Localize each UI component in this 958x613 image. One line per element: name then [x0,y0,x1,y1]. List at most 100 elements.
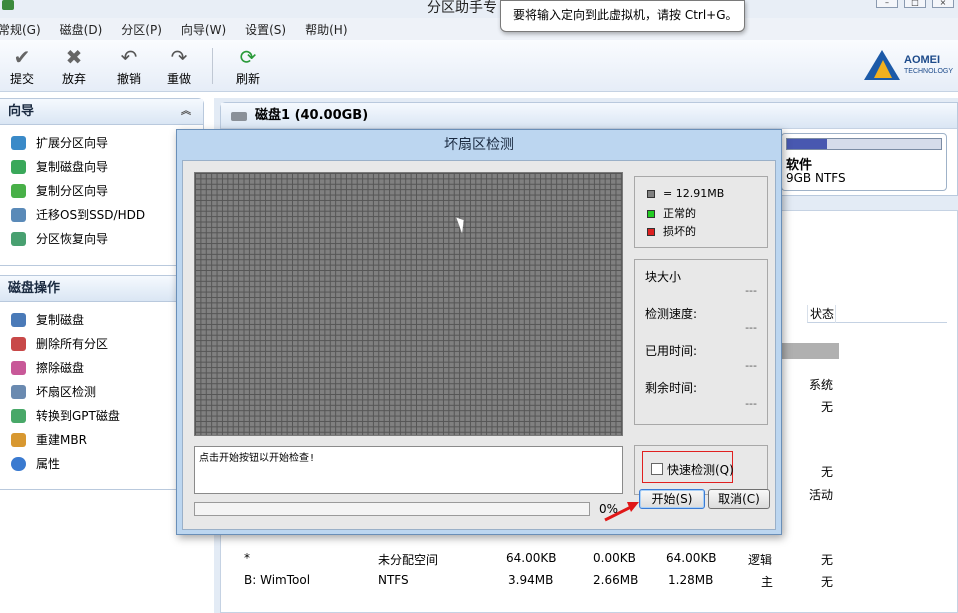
scan-icon [11,385,26,399]
quick-check-label[interactable]: 快速检测(Q) [667,461,734,478]
discard-label: 放弃 [61,72,86,86]
legend-block: = 12.91MB [647,187,724,200]
wizard-copy-disk[interactable]: 复制磁盘向导 [0,155,203,179]
convert-icon [11,409,26,423]
status-column-header[interactable]: 状态 [807,305,947,323]
toolbar: ✔ 提交 ✖ 放弃 ↶ 撤销 ↷ 重做 ⟳ 刷新 AOMEI TECHNOLOG… [0,40,958,92]
menu-settings[interactable]: 设置(S) [245,21,286,38]
wipe-icon [11,361,26,375]
op-bad-sector-check[interactable]: 坏扇区检测 [0,380,203,404]
app-icon [2,0,14,10]
commit-button[interactable]: ✔ 提交 [0,46,44,87]
selected-row-highlight [781,343,839,359]
stats-panel: 块大小 --- 检测速度: --- 已用时间: --- 剩余时间: --- [634,259,768,425]
discard-button[interactable]: ✖ 放弃 [52,46,96,87]
redo-label: 重做 [166,72,191,86]
block-swatch-icon [647,190,655,198]
refresh-button[interactable]: ⟳ 刷新 [226,46,270,87]
menu-help[interactable]: 帮助(H) [305,21,347,38]
remaining-value: --- [745,397,757,410]
checkmark-icon: ✔ [13,45,31,69]
maximize-button[interactable]: □ [904,0,926,8]
partition-block[interactable]: 软件 9GB NTFS [781,133,947,191]
wizard-panel-title: 向导 [8,104,35,119]
elapsed-value: --- [745,359,757,372]
disk-ops-panel: 磁盘操作 复制磁盘 删除所有分区 擦除磁盘 坏扇区检测 转换到GPT磁盘 重建M… [0,275,204,490]
dialog-body: = 12.91MB 正常的 损坏的 块大小 --- 检测速度: --- 已用时间… [182,160,776,530]
legend: = 12.91MB 正常的 损坏的 [634,176,768,248]
table-row[interactable]: B: WimTool NTFS 3.94MB 2.66MB 1.28MB 主 无 [221,573,958,593]
undo-button[interactable]: ↶ 撤销 [107,46,151,87]
logo-sub: TECHNOLOGY [904,68,954,75]
disk-ops-header: 磁盘操作 [0,276,203,302]
quick-check-highlight: 快速检测(Q) [642,451,734,483]
status-cell: 无 [821,465,834,479]
menu-bar: 常规(G) 磁盘(D) 分区(P) 向导(W) 设置(S) 帮助(H) [0,18,958,40]
menu-partition[interactable]: 分区(P) [121,21,162,38]
normal-swatch-icon [647,210,655,218]
menu-disk[interactable]: 磁盘(D) [60,21,103,38]
wizard-extend-partition[interactable]: 扩展分区向导 [0,131,203,155]
status-cell: 活动 [809,488,834,502]
status-cell: 系统 [809,378,834,392]
copy-icon [11,313,26,327]
message-box: 点击开始按钮以开始检查! [194,446,623,494]
sector-grid [194,172,623,436]
extend-icon [11,136,26,150]
vm-input-tooltip: 要将输入定向到此虚拟机，请按 Ctrl+G。 [500,0,745,32]
quick-check-checkbox[interactable] [651,463,663,475]
block-size-value: --- [745,284,757,297]
recovery-icon [11,232,26,246]
refresh-label: 刷新 [235,72,260,86]
speed-value: --- [745,321,757,334]
menu-wizard[interactable]: 向导(W) [181,21,226,38]
undo-icon: ↶ [120,45,138,69]
redo-button[interactable]: ↷ 重做 [157,46,201,87]
cancel-button[interactable]: 取消(C) [708,489,770,509]
op-delete-partitions[interactable]: 删除所有分区 [0,332,203,356]
mouse-cursor-icon [456,215,468,234]
wizard-partition-recovery[interactable]: 分区恢复向导 [0,227,203,251]
speed-label: 检测速度: [645,307,698,321]
x-icon: ✖ [65,45,83,69]
progress-bar [194,502,590,516]
minimize-button[interactable]: – [876,0,898,8]
migrate-icon [11,208,26,222]
bad-swatch-icon [647,228,655,236]
close-button[interactable]: × [932,0,954,8]
rebuild-icon [11,433,26,447]
op-rebuild-mbr[interactable]: 重建MBR [0,428,203,452]
copy-partition-icon [11,184,26,198]
op-convert-gpt[interactable]: 转换到GPT磁盘 [0,404,203,428]
status-cell: 无 [821,400,834,414]
dialog-title: 坏扇区检测 [444,137,514,153]
wizard-panel-header[interactable]: 向导 ︽ [0,99,203,125]
copy-disk-icon [11,160,26,174]
disk-header: 磁盘1 (40.00GB) [221,103,957,129]
redo-icon: ↷ [170,45,188,69]
aomei-logo: AOMEI TECHNOLOGY [864,46,956,86]
op-wipe-disk[interactable]: 擦除磁盘 [0,356,203,380]
start-button[interactable]: 开始(S) [639,489,705,509]
disk-title: 磁盘1 (40.00GB) [255,108,369,123]
block-size-label: 块大小 [645,270,682,284]
info-icon [11,457,26,471]
disk-icon [231,112,247,121]
remaining-label: 剩余时间: [645,381,698,395]
toolbar-separator [212,48,213,84]
disk-ops-title: 磁盘操作 [8,281,61,296]
red-arrow-icon [604,502,639,522]
bad-sector-dialog: 坏扇区检测 = 12.91MB 正常的 损坏的 块大小 --- 检测速度: --… [176,129,782,535]
op-properties[interactable]: 属性 [0,452,203,476]
table-row[interactable]: * 未分配空间 64.00KB 0.00KB 64.00KB 逻辑 无 [221,551,958,571]
wizard-copy-partition[interactable]: 复制分区向导 [0,179,203,203]
partition-usage-bar [786,138,942,150]
refresh-icon: ⟳ [239,45,257,69]
op-copy-disk[interactable]: 复制磁盘 [0,308,203,332]
title-bar: 分区助手专 – □ × [0,0,958,18]
commit-label: 提交 [9,72,34,86]
wizard-migrate-os[interactable]: 迁移OS到SSD/HDD [0,203,203,227]
menu-general[interactable]: 常规(G) [0,21,41,38]
wizard-panel: 向导 ︽ 扩展分区向导 复制磁盘向导 复制分区向导 迁移OS到SSD/HDD 分… [0,98,204,266]
collapse-icon[interactable]: ︽ [181,99,191,125]
